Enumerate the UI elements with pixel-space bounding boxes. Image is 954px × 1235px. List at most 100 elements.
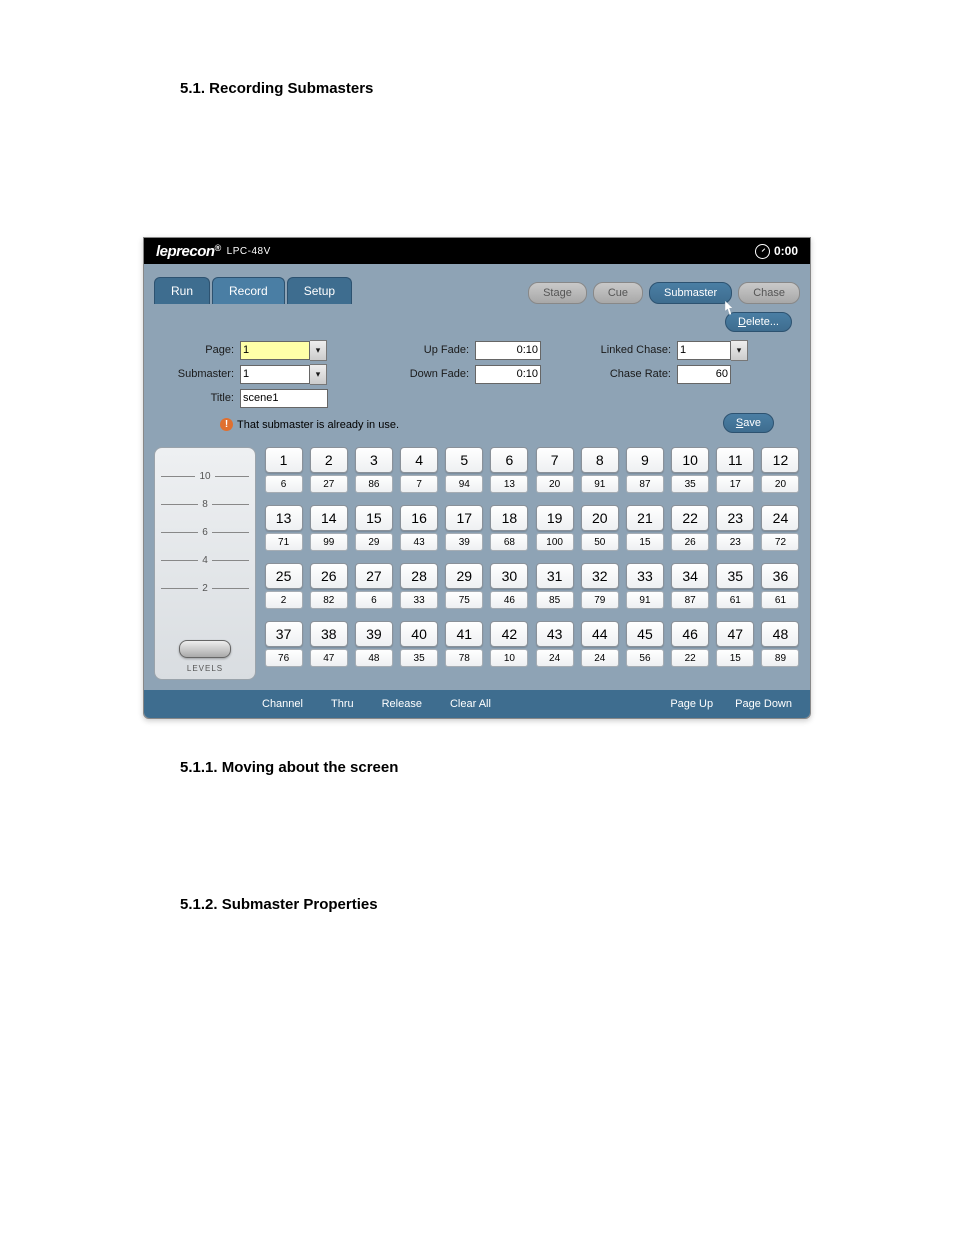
- submaster-dropdown-icon[interactable]: ▾: [310, 364, 327, 385]
- channel-button[interactable]: 10: [671, 447, 709, 473]
- linkedchase-input[interactable]: [677, 341, 731, 360]
- channel-button[interactable]: 7: [536, 447, 574, 473]
- channel-cell: 613: [490, 447, 529, 493]
- channel-button[interactable]: 19: [536, 505, 574, 531]
- channel-value: 26: [671, 533, 709, 551]
- channel-button[interactable]: 29: [445, 563, 483, 589]
- channel-button[interactable]: 4: [400, 447, 438, 473]
- tab-setup[interactable]: Setup: [287, 277, 352, 304]
- channel-cell: 4715: [716, 621, 755, 667]
- channel-button[interactable]: 36: [761, 563, 799, 589]
- submaster-input[interactable]: [240, 365, 310, 384]
- channel-button[interactable]: 14: [310, 505, 348, 531]
- bottom-thru[interactable]: Thru: [331, 698, 354, 710]
- channel-value: 76: [265, 649, 303, 667]
- channel-value: 78: [445, 649, 483, 667]
- channel-value: 47: [310, 649, 348, 667]
- channel-cell: 16: [264, 447, 303, 493]
- channel-button[interactable]: 5: [445, 447, 483, 473]
- channel-button[interactable]: 8: [581, 447, 619, 473]
- delete-button[interactable]: Delete...: [725, 312, 792, 332]
- channel-button[interactable]: 23: [716, 505, 754, 531]
- page-input[interactable]: [240, 341, 310, 360]
- channel-button[interactable]: 34: [671, 563, 709, 589]
- channel-button[interactable]: 38: [310, 621, 348, 647]
- channel-button[interactable]: 47: [716, 621, 754, 647]
- channel-button[interactable]: 2: [310, 447, 348, 473]
- channel-button[interactable]: 44: [581, 621, 619, 647]
- channel-button[interactable]: 39: [355, 621, 393, 647]
- channel-value: 61: [761, 591, 799, 609]
- channel-button[interactable]: 28: [400, 563, 438, 589]
- channel-button[interactable]: 45: [626, 621, 664, 647]
- channel-button[interactable]: 25: [265, 563, 303, 589]
- channel-button[interactable]: 6: [490, 447, 528, 473]
- channel-value: 23: [716, 533, 754, 551]
- submaster-label: Submaster:: [162, 368, 234, 380]
- save-button[interactable]: Save: [723, 413, 774, 433]
- channel-value: 15: [716, 649, 754, 667]
- channel-button[interactable]: 24: [761, 505, 799, 531]
- channel-value: 87: [626, 475, 664, 493]
- channel-button[interactable]: 22: [671, 505, 709, 531]
- tab-record[interactable]: Record: [212, 277, 285, 304]
- channel-button[interactable]: 20: [581, 505, 619, 531]
- channel-cell: 276: [354, 563, 393, 609]
- channel-button[interactable]: 43: [536, 621, 574, 647]
- channel-button[interactable]: 33: [626, 563, 664, 589]
- levels-label: LEVELS: [187, 664, 223, 673]
- channel-button[interactable]: 9: [626, 447, 664, 473]
- bottom-page-down[interactable]: Page Down: [735, 698, 792, 710]
- channel-cell: 2115: [625, 505, 664, 551]
- channel-button[interactable]: 27: [355, 563, 393, 589]
- mode-tab-chase[interactable]: Chase: [738, 282, 800, 304]
- channel-button[interactable]: 16: [400, 505, 438, 531]
- channel-button[interactable]: 18: [490, 505, 528, 531]
- channel-cell: 891: [580, 447, 619, 493]
- channel-button[interactable]: 30: [490, 563, 528, 589]
- channel-button[interactable]: 48: [761, 621, 799, 647]
- channel-button[interactable]: 40: [400, 621, 438, 647]
- downfade-input[interactable]: [475, 365, 541, 384]
- channel-value: 68: [490, 533, 528, 551]
- channel-button[interactable]: 37: [265, 621, 303, 647]
- channel-button[interactable]: 35: [716, 563, 754, 589]
- channel-button[interactable]: 46: [671, 621, 709, 647]
- channel-cell: 3279: [580, 563, 619, 609]
- channel-button[interactable]: 11: [716, 447, 754, 473]
- clock-icon: [755, 244, 770, 259]
- chaserate-input[interactable]: [677, 365, 731, 384]
- channel-button[interactable]: 1: [265, 447, 303, 473]
- mode-tab-stage[interactable]: Stage: [528, 282, 587, 304]
- channel-value: 15: [626, 533, 664, 551]
- mode-tab-submaster[interactable]: Submaster: [649, 282, 732, 304]
- channel-cell: 4889: [761, 621, 800, 667]
- channel-button[interactable]: 41: [445, 621, 483, 647]
- channel-button[interactable]: 21: [626, 505, 664, 531]
- channel-button[interactable]: 17: [445, 505, 483, 531]
- mode-tab-cue[interactable]: Cue: [593, 282, 643, 304]
- channel-button[interactable]: 12: [761, 447, 799, 473]
- slider-knob[interactable]: [179, 640, 231, 658]
- slider-tick: 4: [161, 546, 249, 574]
- channel-button[interactable]: 31: [536, 563, 574, 589]
- channel-button[interactable]: 3: [355, 447, 393, 473]
- bottom-channel[interactable]: Channel: [262, 698, 303, 710]
- channel-button[interactable]: 32: [581, 563, 619, 589]
- channel-button[interactable]: 15: [355, 505, 393, 531]
- page-dropdown-icon[interactable]: ▾: [310, 340, 327, 361]
- bottom-bar: Channel Thru Release Clear All Page Up Page …: [144, 690, 810, 718]
- tab-run[interactable]: Run: [154, 277, 210, 304]
- levels-slider[interactable]: 108642 LEVELS: [154, 447, 256, 680]
- bottom-page-up[interactable]: Page Up: [670, 698, 713, 710]
- bottom-clear-all[interactable]: Clear All: [450, 698, 491, 710]
- linkedchase-dropdown-icon[interactable]: ▾: [731, 340, 748, 361]
- channel-button[interactable]: 13: [265, 505, 303, 531]
- channel-value: 46: [490, 591, 528, 609]
- bottom-release[interactable]: Release: [382, 698, 422, 710]
- title-input[interactable]: [240, 389, 328, 408]
- channel-button[interactable]: 42: [490, 621, 528, 647]
- channel-cell: 1643: [400, 505, 439, 551]
- channel-button[interactable]: 26: [310, 563, 348, 589]
- upfade-input[interactable]: [475, 341, 541, 360]
